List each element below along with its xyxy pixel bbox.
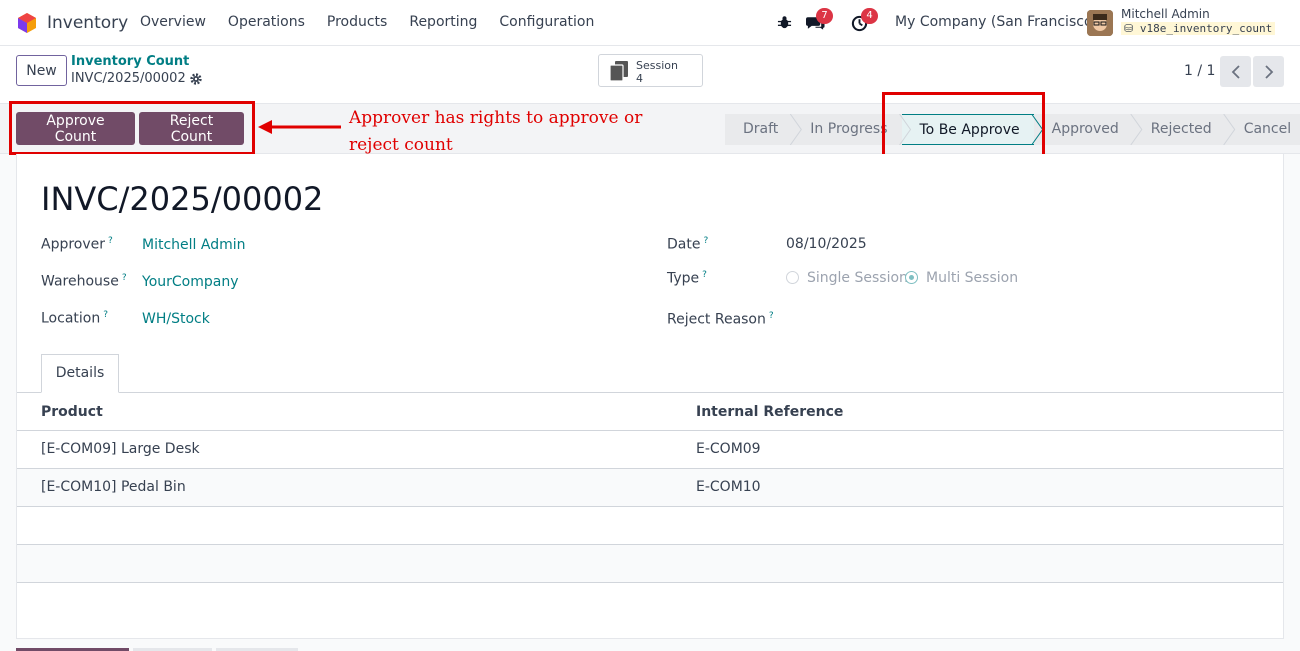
type-single-session-label: Single Session xyxy=(807,270,908,286)
annotation-box-actions xyxy=(9,101,255,155)
reject-reason-label-text: Reject Reason xyxy=(667,311,766,328)
reject-reason-label: Reject Reason? xyxy=(667,311,774,328)
approver-label-text: Approver xyxy=(41,236,106,253)
table-empty-row xyxy=(17,544,1283,582)
menu-products[interactable]: Products xyxy=(327,14,387,30)
company-switcher[interactable]: My Company (San Francisco) xyxy=(895,14,1098,30)
type-multi-session-radio[interactable] xyxy=(905,271,918,284)
gear-icon[interactable] xyxy=(189,72,203,86)
approver-label: Approver? xyxy=(41,236,113,253)
session-count: 4 xyxy=(636,72,643,85)
type-label-text: Type xyxy=(667,270,700,287)
date-label-text: Date xyxy=(667,236,701,253)
top-navbar: Inventory Overview Operations Products R… xyxy=(0,0,1300,46)
session-label: Session xyxy=(636,59,678,72)
product-cell: [E-COM09] Large Desk xyxy=(41,441,200,457)
activities-badge: 4 xyxy=(861,8,878,24)
menu-overview[interactable]: Overview xyxy=(140,14,206,30)
warehouse-field[interactable]: YourCompany xyxy=(142,274,239,290)
product-cell: [E-COM10] Pedal Bin xyxy=(41,479,186,495)
menu-operations[interactable]: Operations xyxy=(228,14,305,30)
user-avatar[interactable] xyxy=(1087,10,1113,36)
table-empty-row xyxy=(17,506,1283,544)
messages-button[interactable]: 7 xyxy=(806,8,833,36)
help-icon[interactable]: ? xyxy=(108,236,113,246)
warehouse-label-text: Warehouse xyxy=(41,273,119,290)
activities-button[interactable]: 4 xyxy=(851,8,878,36)
menu-reporting[interactable]: Reporting xyxy=(409,14,477,30)
app-name[interactable]: Inventory xyxy=(47,13,128,33)
stage-approved[interactable]: Approved xyxy=(1033,114,1133,145)
internal-reference-cell: E-COM10 xyxy=(696,479,761,495)
help-icon[interactable]: ? xyxy=(702,270,707,280)
tabs-divider xyxy=(17,392,1283,393)
documents-icon xyxy=(610,61,628,81)
location-field[interactable]: WH/Stock xyxy=(142,311,210,327)
annotation-text: Approver has rights to approve or reject… xyxy=(349,108,643,155)
column-header-internal-reference[interactable]: Internal Reference xyxy=(696,404,843,420)
date-label: Date? xyxy=(667,236,708,253)
pager-next-button[interactable] xyxy=(1253,56,1284,87)
location-label-text: Location xyxy=(41,310,101,327)
bug-icon[interactable] xyxy=(777,15,792,30)
breadcrumb-current: INVC/2025/00002 xyxy=(71,71,186,86)
date-field[interactable]: 08/10/2025 xyxy=(786,236,867,252)
table-empty-row xyxy=(17,582,1283,638)
database-name: ⛁ v18e_inventory_count xyxy=(1121,22,1276,35)
help-icon[interactable]: ? xyxy=(103,310,108,320)
table-row[interactable]: [E-COM10] Pedal Bin E-COM10 xyxy=(17,468,1283,506)
table-row[interactable]: [E-COM09] Large Desk E-COM09 xyxy=(17,430,1283,468)
type-multi-session-label: Multi Session xyxy=(926,270,1019,286)
tab-details[interactable]: Details xyxy=(41,354,119,393)
annotation-arrow-icon xyxy=(258,120,341,134)
pager-previous-button[interactable] xyxy=(1220,56,1251,87)
approver-field[interactable]: Mitchell Admin xyxy=(142,237,246,253)
column-header-product[interactable]: Product xyxy=(41,404,103,420)
help-icon[interactable]: ? xyxy=(703,236,708,246)
messages-badge: 7 xyxy=(816,8,833,24)
stage-rejected[interactable]: Rejected xyxy=(1132,114,1226,145)
location-label: Location? xyxy=(41,310,108,327)
help-icon[interactable]: ? xyxy=(769,311,774,321)
type-single-session-radio[interactable] xyxy=(786,271,799,284)
main-menu: Overview Operations Products Reporting C… xyxy=(140,14,616,30)
stage-draft[interactable]: Draft xyxy=(725,114,793,145)
new-button[interactable]: New xyxy=(16,55,67,86)
user-name[interactable]: Mitchell Admin xyxy=(1121,7,1210,21)
annotation-box-stage xyxy=(882,92,1045,163)
menu-configuration[interactable]: Configuration xyxy=(499,14,594,30)
avatar-icon xyxy=(1087,10,1113,36)
type-label: Type? xyxy=(667,270,707,287)
chevron-right-icon xyxy=(1264,64,1273,79)
stage-cancel[interactable]: Cancel xyxy=(1225,114,1300,145)
chevron-left-icon xyxy=(1231,64,1240,79)
inventory-app-icon[interactable] xyxy=(16,12,38,34)
pager-value[interactable]: 1 / 1 xyxy=(1184,63,1215,79)
warehouse-label: Warehouse? xyxy=(41,273,127,290)
form-sheet: INVC/2025/00002 Approver? Mitchell Admin… xyxy=(16,154,1284,639)
control-panel: New Inventory Count INVC/2025/00002 Sess… xyxy=(0,46,1300,104)
internal-reference-cell: E-COM09 xyxy=(696,441,761,457)
record-title: INVC/2025/00002 xyxy=(41,180,324,218)
database-name-text: v18e_inventory_count xyxy=(1139,22,1273,35)
breadcrumb-parent[interactable]: Inventory Count xyxy=(71,54,189,69)
session-smart-button[interactable]: Session 4 xyxy=(598,54,703,87)
help-icon[interactable]: ? xyxy=(122,273,127,283)
